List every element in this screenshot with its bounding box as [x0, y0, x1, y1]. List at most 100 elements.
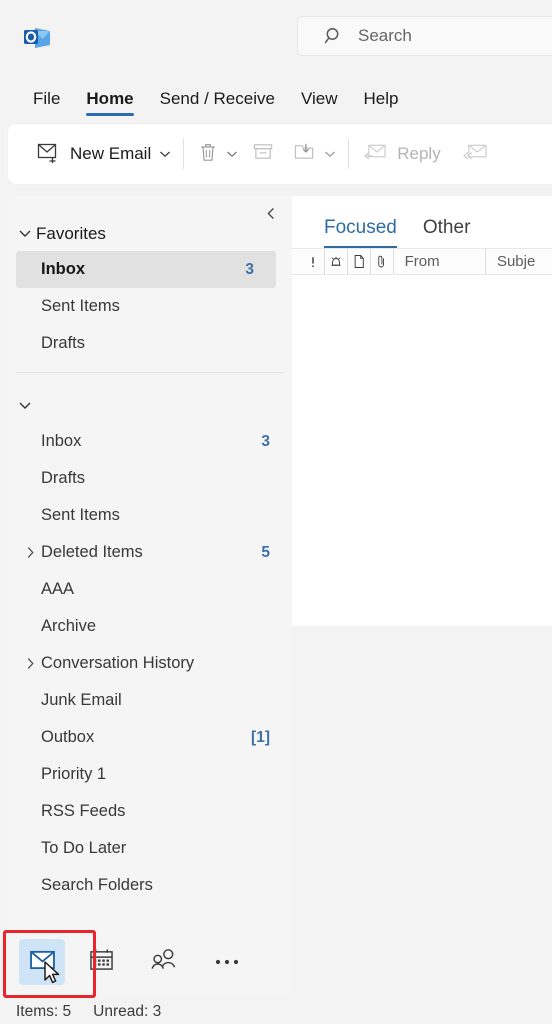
folder-label: AAA	[41, 580, 262, 599]
chevron-left-icon[interactable]	[260, 202, 282, 224]
folder-label: Search Folders	[41, 876, 262, 895]
new-email-icon	[37, 141, 61, 168]
new-email-label: New Email	[70, 144, 151, 164]
reply-button[interactable]: Reply	[358, 134, 445, 174]
ribbon-toolbar: New Email	[8, 124, 552, 184]
module-nav-bar	[8, 926, 292, 998]
sidebar-item-junk-email[interactable]: Junk Email	[8, 682, 292, 719]
tab-help[interactable]: Help	[363, 87, 398, 116]
focused-other-pivot: Focused Other	[292, 196, 552, 248]
ribbon-tab-bar: File Home Send / Receive View Help	[0, 82, 552, 120]
new-email-chevron-down-icon[interactable]	[156, 124, 174, 184]
favorites-group-header[interactable]: Favorites	[8, 217, 292, 251]
chevron-down-icon	[18, 397, 32, 415]
folder-label: Deleted Items	[41, 543, 253, 562]
search-bar[interactable]	[297, 16, 552, 56]
sidebar-item-rss-feeds[interactable]: RSS Feeds	[8, 793, 292, 830]
sidebar-item-drafts[interactable]: Drafts	[8, 460, 292, 497]
sidebar-item-inbox-favorite[interactable]: Inbox 3	[16, 251, 276, 288]
mail-icon	[29, 949, 56, 975]
chevron-right-icon[interactable]	[23, 645, 37, 682]
sidebar-item-to-do-later[interactable]: To Do Later	[8, 830, 292, 867]
column-paperclip-icon[interactable]	[371, 249, 394, 274]
pivot-focused[interactable]: Focused	[324, 217, 397, 248]
tab-home[interactable]: Home	[86, 87, 133, 116]
sidebar-item-sent-items-favorite[interactable]: Sent Items	[8, 288, 292, 325]
sidebar-item-sent-items[interactable]: Sent Items	[8, 497, 292, 534]
new-email-button[interactable]: New Email	[32, 134, 156, 174]
title-bar	[0, 0, 552, 72]
outlook-logo-icon	[22, 22, 52, 52]
unread-count: 3	[261, 433, 270, 451]
column-reminder-bell-icon[interactable]	[325, 249, 348, 274]
sidebar-item-priority-1[interactable]: Priority 1	[8, 756, 292, 793]
reply-all-icon	[461, 141, 488, 167]
chevron-down-icon	[18, 225, 32, 243]
status-items-count: Items: 5	[16, 1003, 71, 1021]
archive-button[interactable]	[247, 134, 280, 174]
ellipsis-icon	[214, 953, 240, 971]
delete-button[interactable]	[193, 134, 223, 174]
archive-icon	[252, 141, 275, 167]
folder-label: Priority 1	[41, 765, 262, 784]
folder-label: Conversation History	[41, 654, 262, 673]
ribbon-separator	[183, 139, 184, 169]
folder-label: Sent Items	[41, 297, 262, 316]
reply-all-button[interactable]	[456, 134, 493, 174]
move-to-folder-button[interactable]	[288, 134, 321, 174]
unread-count: 3	[245, 261, 254, 279]
nav-more-button[interactable]	[204, 939, 250, 985]
nav-mail-button[interactable]	[19, 939, 65, 985]
chevron-right-icon[interactable]	[23, 534, 37, 571]
unread-count: 5	[261, 544, 270, 562]
account-group-header[interactable]	[8, 389, 292, 423]
sidebar-item-archive[interactable]: Archive	[8, 608, 292, 645]
folder-label: Outbox	[41, 728, 243, 747]
search-input[interactable]	[358, 26, 552, 46]
message-list-pane: Focused Other	[292, 196, 552, 626]
column-document-icon[interactable]	[348, 249, 371, 274]
folder-pane: Favorites Inbox 3 Sent Items Drafts Inbo…	[8, 196, 292, 926]
folder-label: Drafts	[41, 334, 262, 353]
sidebar-item-conversation-history[interactable]: Conversation History	[8, 645, 292, 682]
folder-label: Junk Email	[41, 691, 262, 710]
sidebar-item-deleted-items[interactable]: Deleted Items 5	[8, 534, 292, 571]
folder-label: To Do Later	[41, 839, 262, 858]
folder-label: Sent Items	[41, 506, 262, 525]
search-icon	[324, 26, 344, 46]
status-bar: Items: 5 Unread: 3	[0, 1000, 552, 1024]
calendar-icon	[89, 948, 114, 976]
sidebar-divider	[16, 372, 284, 373]
move-chevron-down-icon[interactable]	[321, 124, 339, 184]
status-unread-count: Unread: 3	[93, 1003, 161, 1021]
message-list-column-headers: From Subje	[292, 248, 552, 275]
sidebar-item-aaa[interactable]: AAA	[8, 571, 292, 608]
outlook-window: File Home Send / Receive View Help New E…	[0, 0, 552, 1024]
tab-view[interactable]: View	[301, 87, 338, 116]
favorites-label: Favorites	[36, 224, 106, 244]
folder-label: Drafts	[41, 469, 262, 488]
sidebar-item-outbox[interactable]: Outbox [1]	[8, 719, 292, 756]
ribbon-separator-2	[348, 139, 349, 169]
reply-label: Reply	[397, 144, 440, 164]
pivot-other[interactable]: Other	[423, 217, 471, 248]
unread-count: [1]	[251, 729, 270, 747]
sidebar-item-drafts-favorite[interactable]: Drafts	[8, 325, 292, 362]
people-icon	[149, 948, 178, 976]
folder-label: Inbox	[41, 260, 237, 279]
column-importance-icon[interactable]	[302, 249, 325, 274]
tab-send-receive[interactable]: Send / Receive	[160, 87, 275, 116]
column-header-from[interactable]: From	[394, 249, 486, 274]
sidebar-item-search-folders[interactable]: Search Folders	[8, 867, 292, 904]
tab-file[interactable]: File	[33, 87, 60, 116]
reply-icon	[363, 141, 388, 167]
trash-icon	[198, 141, 218, 168]
nav-calendar-button[interactable]	[78, 939, 124, 985]
folder-label: RSS Feeds	[41, 802, 262, 821]
nav-people-button[interactable]	[140, 939, 186, 985]
sidebar-item-inbox[interactable]: Inbox 3	[8, 423, 292, 460]
folder-label: Inbox	[41, 432, 253, 451]
delete-chevron-down-icon[interactable]	[223, 124, 241, 184]
folder-label: Archive	[41, 617, 262, 636]
column-header-subject[interactable]: Subje	[486, 249, 552, 274]
